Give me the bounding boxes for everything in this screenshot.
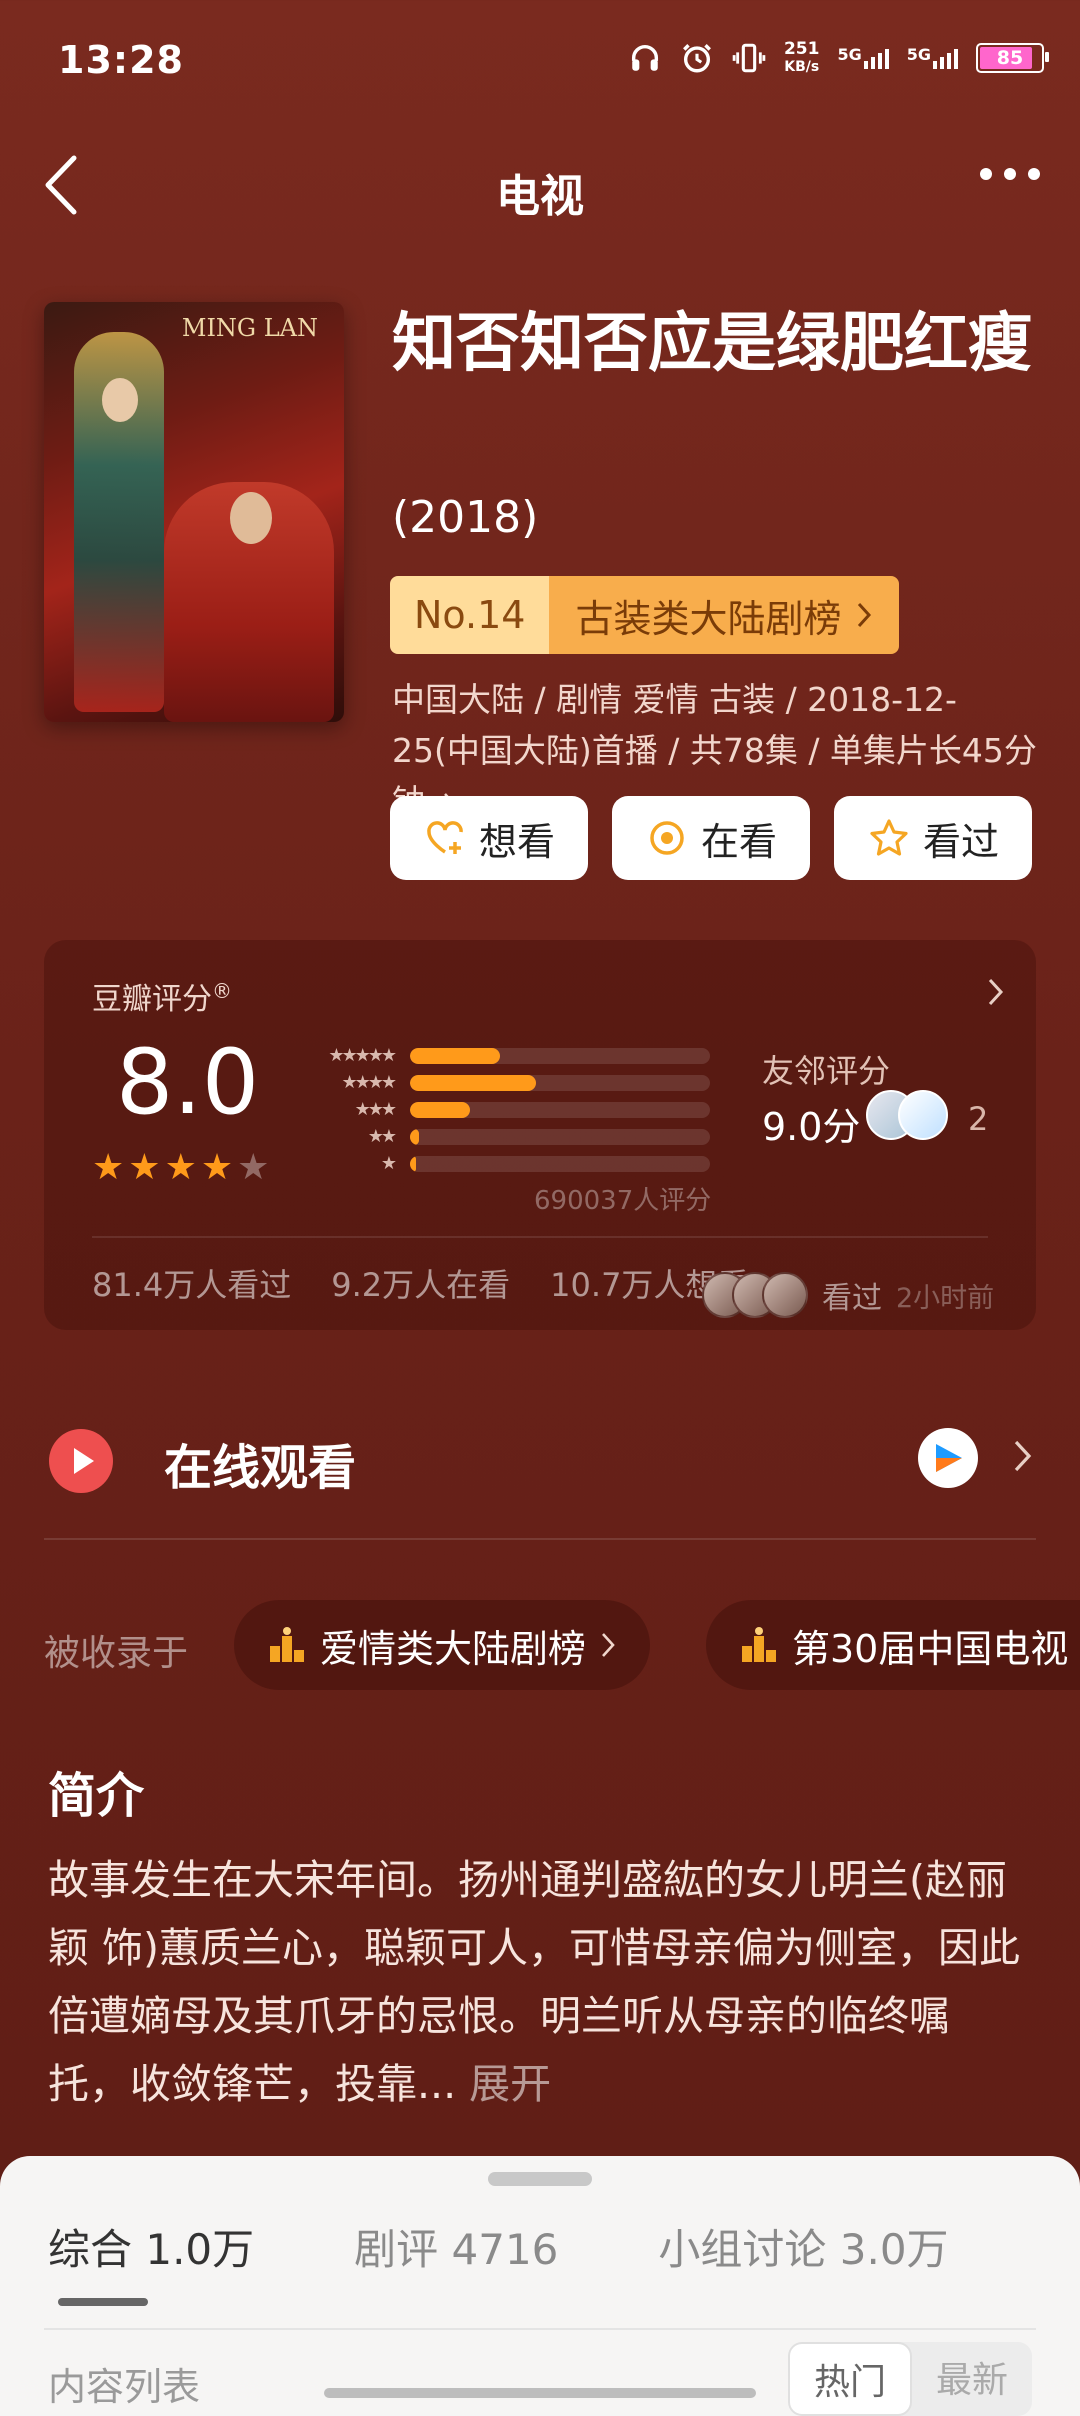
rank-category: 古装类大陆剧榜 xyxy=(549,576,900,654)
content-list-label: 内容列表 xyxy=(48,2365,201,2409)
avatar xyxy=(898,1090,948,1140)
watching-count: 9.2万人在看 xyxy=(331,1266,511,1304)
poster-logo: MING LAN xyxy=(181,314,318,342)
signal-2: 5G xyxy=(907,47,958,69)
rating-bar-fill xyxy=(410,1101,470,1118)
watch-stats: 81.4万人看过 9.2万人在看 10.7万人想看 xyxy=(92,1260,749,1306)
tab-group-discussion[interactable]: 小组讨论 3.0万 xyxy=(658,2216,948,2277)
rating-distribution: ★★★★★ ★★★★ ★★★ ★★ ★ xyxy=(294,1042,710,1177)
headphones-icon xyxy=(631,45,659,71)
intro-heading: 简介 xyxy=(48,1768,145,1824)
tab-underline xyxy=(58,2298,148,2306)
chevron-right-icon[interactable] xyxy=(1012,1438,1034,1474)
heart-plus-icon xyxy=(427,821,463,854)
star-filled-icon: ★ xyxy=(164,1147,197,1188)
star-icon xyxy=(870,819,908,856)
star-filled-icon: ★ xyxy=(128,1147,161,1188)
neighbor-avatars[interactable] xyxy=(866,1090,948,1140)
star-filled-icon: ★ xyxy=(92,1147,125,1188)
recent-activity[interactable]: 看过 2小时前 xyxy=(702,1272,994,1318)
rating-bar-stars: ★★★★ xyxy=(341,1072,397,1093)
watched-count: 81.4万人看过 xyxy=(92,1266,292,1304)
movie-year: (2018) xyxy=(392,492,539,543)
rating-bar-row: ★ xyxy=(294,1150,710,1177)
collections-label: 被收录于 xyxy=(44,1633,189,1674)
rank-badge[interactable]: No.14 古装类大陆剧榜 xyxy=(390,576,900,654)
tab-reviews[interactable]: 剧评 4716 xyxy=(354,2216,558,2277)
rating-count: 690037人评分 xyxy=(534,1186,712,1216)
ranking-icon xyxy=(742,1627,776,1662)
chevron-right-icon xyxy=(858,602,872,628)
divider xyxy=(44,1538,1036,1540)
rating-bar-row: ★★★ xyxy=(294,1096,710,1123)
expand-link[interactable]: 展开 xyxy=(469,2060,551,2108)
rating-bar-row: ★★ xyxy=(294,1123,710,1150)
watch-online-label[interactable]: 在线观看 xyxy=(164,1428,356,1498)
rating-bar-row: ★★★★★ xyxy=(294,1042,710,1069)
status-bar-icons: 251 KB/s 5G 5G 85 xyxy=(628,39,1049,76)
content-tabs: 综合 1.0万 剧评 4716 小组讨论 3.0万 xyxy=(48,2216,949,2277)
battery-icon: 85 xyxy=(976,43,1049,73)
rating-bar-fill xyxy=(410,1074,536,1091)
poster-image[interactable]: MING LAN xyxy=(44,302,344,722)
sort-hot[interactable]: 热门 xyxy=(788,2342,912,2416)
watched-button[interactable]: 看过 xyxy=(834,796,1032,880)
avatar xyxy=(762,1272,808,1318)
collection-chip[interactable]: 爱情类大陆剧榜 xyxy=(234,1600,651,1690)
rating-bar-stars: ★★ xyxy=(367,1126,397,1147)
movie-title: 知否知否应是绿肥红瘦 xyxy=(392,307,1032,381)
neighbor-rating-score: 9.0分 xyxy=(762,1105,861,1149)
vibrate-icon xyxy=(732,43,766,73)
rating-bar-fill xyxy=(410,1128,419,1145)
star-empty-icon: ★ xyxy=(237,1147,270,1188)
collection-chip[interactable]: 第30届中国电视 xyxy=(706,1600,1080,1690)
star-filled-icon: ★ xyxy=(200,1147,234,1188)
neighbor-count: 2 xyxy=(968,1100,989,1138)
divider xyxy=(44,2328,1036,2330)
rating-bar-fill xyxy=(410,1047,500,1064)
rating-stars: ★ ★ ★ ★ ★ xyxy=(92,1150,269,1186)
rating-card[interactable]: 豆瓣评分® 8.0 ★ ★ ★ ★ ★ ★★★★★ ★★★★ ★★★ ★★ ★ 690037人评… xyxy=(44,940,1036,1330)
status-time: 13:28 xyxy=(58,38,184,82)
chevron-right-icon xyxy=(602,1633,615,1657)
rating-bar-stars: ★★★★★ xyxy=(328,1045,397,1066)
watching-button[interactable]: 在看 xyxy=(612,796,810,880)
neighbor-rating-label: 友邻评分 xyxy=(762,1052,891,1090)
rank-number: No.14 xyxy=(390,576,550,654)
rating-bar-fill xyxy=(410,1155,416,1172)
home-indicator[interactable] xyxy=(324,2388,756,2398)
rating-bar-stars: ★★★ xyxy=(354,1099,397,1120)
more-icon[interactable] xyxy=(980,168,1040,180)
sort-latest[interactable]: 最新 xyxy=(912,2342,1032,2412)
network-speed: 251 KB/s xyxy=(783,39,820,75)
rating-label: 豆瓣评分® xyxy=(92,979,232,1017)
ranking-icon xyxy=(270,1627,304,1662)
play-icon xyxy=(49,1429,113,1493)
drag-handle[interactable] xyxy=(488,2172,592,2186)
want-to-watch-button[interactable]: 想看 xyxy=(390,796,588,880)
action-buttons: 想看 在看 看过 xyxy=(390,796,1032,880)
alarm-icon xyxy=(683,44,711,73)
page-title: 电视 xyxy=(496,171,584,222)
sort-toggle: 热门 最新 xyxy=(788,2342,1032,2416)
tab-overall[interactable]: 综合 1.0万 xyxy=(48,2216,254,2277)
rating-score: 8.0 xyxy=(116,1030,260,1135)
bottom-sheet[interactable]: 综合 1.0万 剧评 4716 小组讨论 3.0万 内容列表 热门 最新 xyxy=(0,2156,1080,2416)
divider xyxy=(92,1236,988,1238)
video-app-icon[interactable] xyxy=(918,1428,978,1488)
intro-text: 故事发生在大宋年间。扬州通判盛紘的女儿明兰(赵丽颖 饰)蕙质兰心，聪颖可人，可惜… xyxy=(48,1856,1021,2108)
signal-1: 5G xyxy=(837,47,889,69)
rating-bar-row: ★★★★ xyxy=(294,1069,710,1096)
rating-bar-stars: ★ xyxy=(380,1153,397,1174)
chevron-right-icon[interactable] xyxy=(986,976,1006,1008)
target-icon xyxy=(650,821,684,855)
